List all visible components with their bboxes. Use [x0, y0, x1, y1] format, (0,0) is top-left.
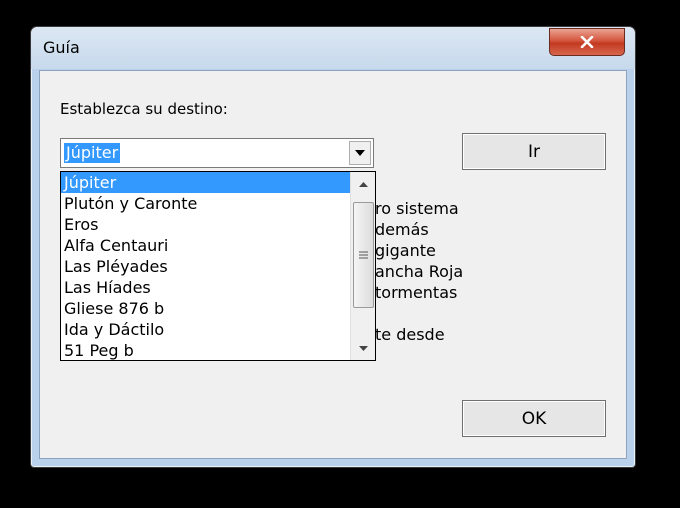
- go-button[interactable]: Ir: [462, 133, 606, 170]
- hidden-text-line: ro sistema: [375, 199, 459, 218]
- list-item[interactable]: Ida y Dáctilo: [61, 319, 351, 340]
- list-item[interactable]: Eros: [61, 214, 351, 235]
- grip-icon: [359, 251, 368, 259]
- close-button[interactable]: [549, 28, 625, 56]
- window-title: Guía: [43, 38, 80, 57]
- dropdown-scrollbar[interactable]: [350, 172, 375, 360]
- list-item[interactable]: 51 Peg b: [61, 340, 351, 360]
- hidden-text-line: gigante: [375, 241, 436, 260]
- hidden-text-line: ancha Roja: [375, 262, 464, 281]
- title-bar[interactable]: Guía: [31, 27, 635, 69]
- list-item[interactable]: Las Pléyades: [61, 256, 351, 277]
- list-item[interactable]: Alfa Centauri: [61, 235, 351, 256]
- combobox-value: Júpiter: [64, 143, 121, 163]
- chevron-down-icon: [358, 345, 368, 351]
- hidden-text-line: demás: [375, 220, 429, 239]
- destination-dropdown-list[interactable]: Júpiter Plutón y Caronte Eros Alfa Centa…: [60, 171, 376, 361]
- scroll-down-button[interactable]: [351, 338, 375, 358]
- ok-button[interactable]: OK: [462, 400, 606, 437]
- destination-label: Establezca su destino:: [60, 100, 228, 118]
- list-item[interactable]: Júpiter: [61, 172, 351, 193]
- combobox-dropdown-button[interactable]: [349, 141, 371, 165]
- hidden-text-line: tormentas: [375, 283, 458, 302]
- dialog-window: Guía Establezca su destino: Júpiter Ir r…: [30, 26, 636, 468]
- destination-combobox[interactable]: Júpiter: [60, 138, 374, 168]
- close-icon: [580, 36, 594, 48]
- chevron-down-icon: [355, 150, 365, 156]
- scrollbar-thumb[interactable]: [353, 202, 374, 308]
- list-item[interactable]: Gliese 876 b: [61, 298, 351, 319]
- dialog-client-area: Establezca su destino: Júpiter Ir ro sis…: [39, 70, 627, 459]
- list-item[interactable]: Plutón y Caronte: [61, 193, 351, 214]
- hidden-text-line: te desde: [375, 325, 445, 344]
- list-item[interactable]: Las Híades: [61, 277, 351, 298]
- dropdown-items: Júpiter Plutón y Caronte Eros Alfa Centa…: [61, 172, 351, 360]
- scroll-up-button[interactable]: [351, 174, 375, 194]
- chevron-up-icon: [358, 181, 368, 187]
